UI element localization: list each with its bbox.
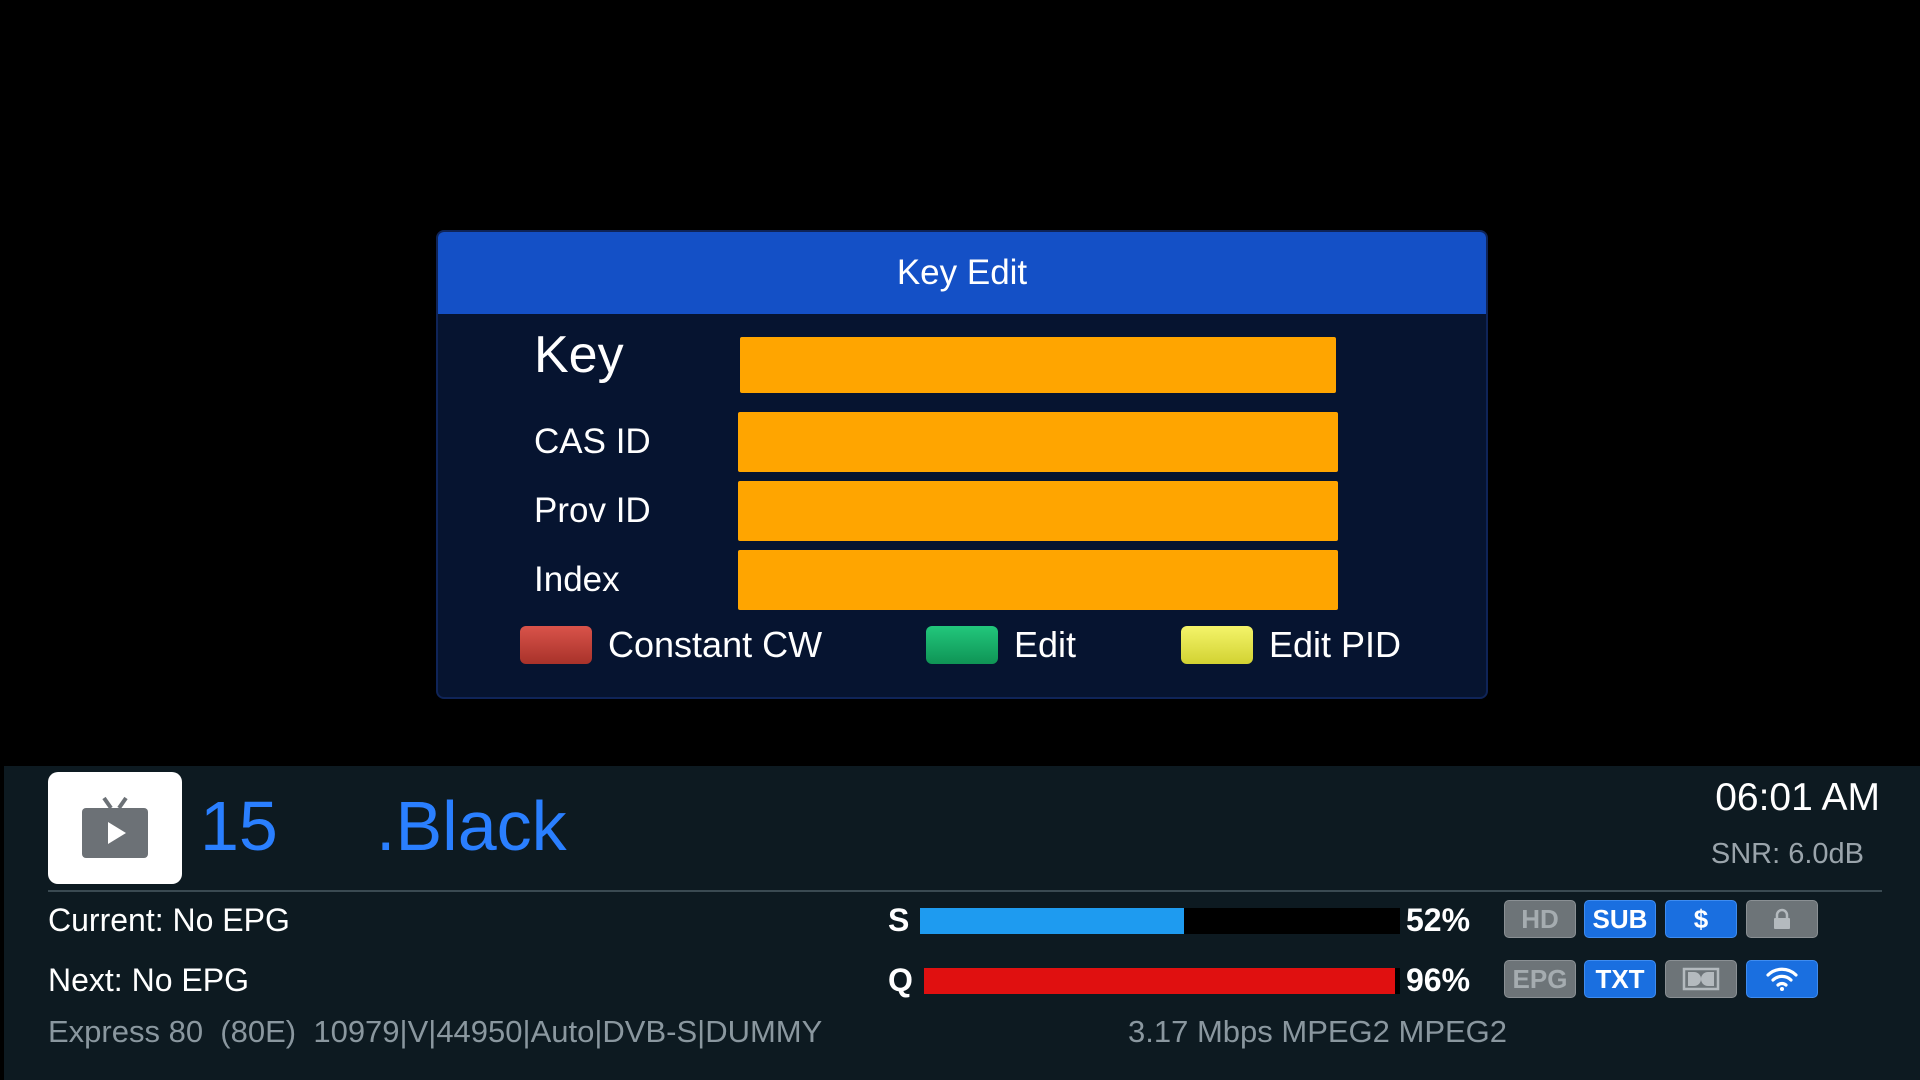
quality-meter-fill <box>924 968 1396 994</box>
network-badge <box>1746 960 1818 998</box>
edit-action[interactable]: Edit <box>926 624 1076 666</box>
lock-badge <box>1746 900 1818 938</box>
channel-name: .Black <box>376 787 567 865</box>
prov-id-label: Prov ID <box>534 491 651 530</box>
signal-meter-fill <box>920 908 1184 934</box>
screen: Key Edit Key CAS ID Prov ID Index Consta… <box>0 0 1920 1080</box>
edit-pid-label: Edit PID <box>1269 624 1402 665</box>
hd-badge: HD <box>1504 900 1576 938</box>
prov-id-field[interactable] <box>738 481 1338 541</box>
key-label: Key <box>534 326 624 384</box>
divider <box>48 890 1882 892</box>
green-key-icon <box>926 626 998 664</box>
quality-meter <box>924 968 1400 994</box>
hd-badge-label: HD <box>1521 903 1559 934</box>
dollar-badge-label: $ <box>1693 903 1709 934</box>
wifi-icon <box>1766 967 1798 991</box>
lock-icon <box>1774 908 1790 929</box>
signal-percent: 52% <box>1406 902 1471 938</box>
quality-percent: 96% <box>1406 962 1471 998</box>
tv-channel-icon <box>48 772 182 884</box>
constant-cw-action[interactable]: Constant CW <box>520 624 822 666</box>
edit-pid-action[interactable]: Edit PID <box>1181 624 1401 666</box>
key-edit-dialog: Key Edit Key CAS ID Prov ID Index Consta… <box>436 230 1488 699</box>
snr-readout: SNR: 6.0dB <box>1710 838 1864 870</box>
epg-badge[interactable]: EPG <box>1504 960 1576 998</box>
dolby-icon <box>1682 967 1720 991</box>
key-field[interactable] <box>740 337 1336 393</box>
clock: 06:01 AM <box>1715 776 1880 819</box>
yellow-key-icon <box>1181 626 1253 664</box>
index-label: Index <box>534 560 620 599</box>
index-field[interactable] <box>738 550 1338 610</box>
next-epg: Next: No EPG <box>48 962 249 998</box>
red-key-icon <box>520 626 592 664</box>
edit-label: Edit <box>1014 624 1077 665</box>
teletext-badge[interactable]: TXT <box>1584 960 1656 998</box>
quality-label: Q <box>888 962 913 998</box>
signal-label: S <box>888 902 910 938</box>
sub-badge-label: SUB <box>1592 903 1648 934</box>
transponder-info: Express 80 (80E) 10979|V|44950|Auto|DVB-… <box>48 1014 823 1049</box>
signal-meter <box>920 908 1400 934</box>
scrambled-badge: $ <box>1665 900 1737 938</box>
constant-cw-label: Constant CW <box>608 624 823 665</box>
stream-info: 3.17 Mbps MPEG2 MPEG2 <box>1128 1014 1508 1049</box>
dolby-badge <box>1665 960 1737 998</box>
cas-id-field[interactable] <box>738 412 1338 472</box>
color-key-legend: Constant CW Edit Edit PID <box>438 624 1486 674</box>
dialog-title: Key Edit <box>438 232 1486 314</box>
channel-info-bar: 15 .Black 06:01 AM SNR: 6.0dB Current: N… <box>4 766 1920 1080</box>
txt-badge-label: TXT <box>1595 963 1645 994</box>
channel-number: 15 <box>200 787 278 865</box>
epg-badge-label: EPG <box>1512 963 1568 994</box>
subtitle-badge[interactable]: SUB <box>1584 900 1656 938</box>
current-epg: Current: No EPG <box>48 902 290 938</box>
cas-id-label: CAS ID <box>534 422 651 461</box>
